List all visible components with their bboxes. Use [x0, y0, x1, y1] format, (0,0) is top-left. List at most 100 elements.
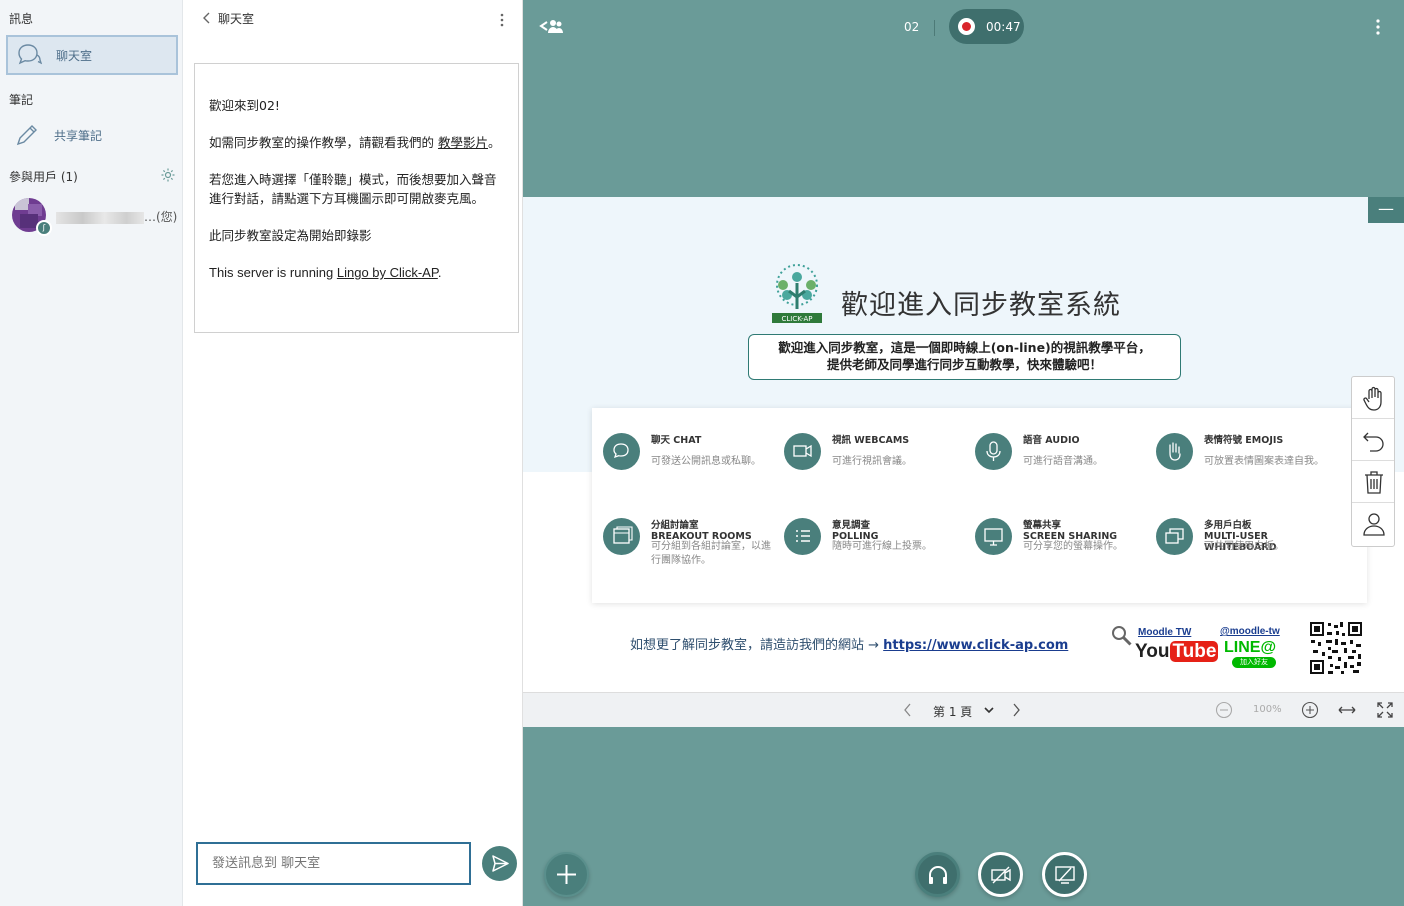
- fullscreen-icon[interactable]: [1376, 701, 1394, 719]
- feature-audio: 語音 AUDIO 可進行語音溝通。: [975, 433, 1153, 488]
- feature-emojis: 表情符號 EMOJIS 可放置表情圖案表達自我。: [1156, 433, 1334, 488]
- tutorial-line: 如需同步教室的操作教學，請觀看我們的 教學影片。: [209, 133, 504, 152]
- line-add-friend: 加入好友: [1232, 657, 1276, 668]
- zoom-out-icon[interactable]: [1215, 701, 1233, 719]
- divider: [934, 20, 935, 36]
- line-at-text: LINE@: [1224, 639, 1277, 656]
- chevron-down-icon[interactable]: [983, 705, 995, 715]
- whiteboard-toolbar: [1351, 376, 1395, 547]
- recording-indicator[interactable]: 00:47: [949, 9, 1024, 44]
- line-handle: @moodle-tw: [1220, 626, 1280, 637]
- hand-icon: [1363, 386, 1382, 411]
- feature-desc: 隨時可進行線上投票。: [832, 541, 932, 552]
- presentation-slide: — CLICK-AP 歡迎進入同步教室系統 歡迎進入同步教室，這是一個即時線上(…: [523, 197, 1404, 727]
- chat-icon: [603, 433, 640, 470]
- magnifier-icon: [1112, 626, 1132, 646]
- youtube-logo[interactable]: Moodle TW You Tube: [1111, 625, 1219, 670]
- feature-title-line1: 多用戶白板: [1204, 520, 1252, 531]
- intro-box: 歡迎進入同步教室，這是一個即時線上(on-line)的視訊教學平台， 提供老師及…: [748, 334, 1181, 380]
- multi-user-button[interactable]: [1352, 503, 1394, 545]
- feature-title: 視訊 WEBCAMS: [832, 435, 910, 446]
- share-webcam-button[interactable]: [978, 852, 1023, 897]
- pencil-icon: [16, 125, 37, 146]
- feature-desc: 可發送公開訊息或私聊。: [651, 456, 761, 467]
- feature-whiteboard: 多用戶白板 MULTI-USER WHITEBOARD 可共同使用白板。: [1156, 518, 1334, 573]
- chat-header: 聊天室: [183, 0, 523, 36]
- click-ap-logo-icon: CLICK-AP: [772, 264, 822, 323]
- server-link[interactable]: Lingo by Click-AP: [337, 265, 438, 280]
- actions-button[interactable]: [544, 852, 589, 897]
- users-section-title: 參與用戶 (1): [9, 170, 78, 184]
- recording-notice: 此同步教室設定為開始即錄影: [209, 228, 372, 243]
- minimize-presentation-button[interactable]: —: [1368, 197, 1404, 223]
- microphone-icon: [975, 433, 1012, 470]
- undo-button[interactable]: [1352, 419, 1394, 461]
- moodle-tw-label: Moodle TW: [1138, 627, 1192, 638]
- website-promo-text: 如想更了解同步教室，請造訪我們的網站 →: [630, 638, 884, 653]
- tutorial-video-link[interactable]: 教學影片: [438, 135, 488, 150]
- feature-title: 螢幕共享 SCREEN SHARING: [1023, 520, 1117, 542]
- tutorial-text: 如需同步教室的操作教學，請觀看我們的: [209, 135, 438, 150]
- feature-desc: 可共同使用白板。: [1204, 541, 1284, 552]
- tutorial-suffix: 。: [488, 135, 501, 150]
- presentation-area: 02 00:47 — CLICK-AP 歡迎進入同步教室系統 歡迎進入同步教室，…: [523, 0, 1404, 906]
- gear-icon[interactable]: [160, 167, 176, 183]
- monitor-icon: [975, 518, 1012, 555]
- send-icon: [492, 855, 509, 872]
- feature-title: 表情符號 EMOJIS: [1204, 435, 1284, 446]
- more-options-icon[interactable]: [1373, 18, 1383, 36]
- feature-title-line1: 螢幕共享: [1023, 520, 1062, 531]
- more-options-icon[interactable]: [497, 12, 507, 28]
- user-name: …(您): [56, 208, 177, 225]
- send-button[interactable]: [482, 846, 517, 881]
- user-status-badge: ʃ: [36, 220, 52, 236]
- sidebar-item-chat[interactable]: 聊天室: [6, 35, 178, 75]
- blurred-user-name: [56, 211, 144, 224]
- chat-message-input[interactable]: [196, 842, 471, 885]
- hand-tool-button[interactable]: [1352, 377, 1394, 419]
- page-selector[interactable]: 第 1 頁: [933, 703, 972, 720]
- user-icon: [1363, 513, 1385, 536]
- sidebar: 訊息 聊天室 筆記 共享筆記 參與用戶 (1) ʃ …(您): [0, 0, 183, 906]
- server-line: This server is running Lingo by Click-AP…: [209, 263, 504, 282]
- messages-section-title: 訊息: [9, 12, 34, 26]
- server-suffix: .: [437, 265, 442, 280]
- join-audio-button[interactable]: [915, 852, 960, 897]
- website-link[interactable]: https://www.click-ap.com: [883, 638, 1068, 653]
- list-icon: [784, 518, 821, 555]
- feature-title: 分組討論室 BREAKOUT ROOMS: [651, 520, 752, 542]
- line-logo[interactable]: @moodle-tw LINE@ 加入好友: [1220, 625, 1290, 670]
- fit-to-width-icon[interactable]: [1337, 702, 1357, 718]
- users-toggle-icon[interactable]: [539, 17, 565, 35]
- feature-chat: 聊天 CHAT 可發送公開訊息或私聊。: [603, 433, 781, 488]
- user-name-suffix: …(您): [144, 210, 178, 224]
- chevron-left-icon[interactable]: [201, 11, 213, 25]
- user-list-item[interactable]: ʃ …(您): [10, 198, 180, 236]
- feature-desc: 可放置表情圖案表達自我。: [1204, 456, 1324, 467]
- hand-icon: [1156, 433, 1193, 470]
- feature-desc: 可分組到各組討論室，以進行團隊協作。: [651, 541, 771, 566]
- sidebar-item-shared-notes[interactable]: 共享筆記: [6, 115, 178, 155]
- zoom-in-icon[interactable]: [1301, 701, 1319, 719]
- feature-desc: 可分享您的螢幕操作。: [1023, 541, 1123, 552]
- slide-title: 歡迎進入同步教室系統: [841, 290, 1121, 321]
- slide-toolbar: 第 1 頁 100%: [523, 692, 1404, 727]
- features-card: 聊天 CHAT 可發送公開訊息或私聊。 視訊 WEBCAMS 可進行視訊會議。 …: [592, 408, 1367, 603]
- feature-webcams: 視訊 WEBCAMS 可進行視訊會議。: [784, 433, 962, 488]
- screen-share-off-icon: [1055, 866, 1075, 884]
- chat-bubbles-icon: [18, 44, 42, 65]
- undo-icon: [1363, 432, 1384, 452]
- chevron-left-icon[interactable]: [903, 702, 913, 718]
- clear-button[interactable]: [1352, 461, 1394, 503]
- trash-icon: [1365, 471, 1383, 494]
- share-screen-button[interactable]: [1042, 852, 1087, 897]
- chevron-right-icon[interactable]: [1011, 702, 1021, 718]
- video-camera-off-icon: [991, 866, 1011, 884]
- feature-screen-sharing: 螢幕共享 SCREEN SHARING 可分享您的螢幕操作。: [975, 518, 1153, 573]
- record-icon: [958, 18, 975, 35]
- feature-desc: 可進行視訊會議。: [832, 456, 912, 467]
- whiteboard-icon: [1156, 518, 1193, 555]
- qr-code-icon[interactable]: [1308, 620, 1364, 676]
- feature-title-line1: 意見調查: [832, 520, 871, 531]
- chat-title[interactable]: 聊天室: [218, 10, 254, 27]
